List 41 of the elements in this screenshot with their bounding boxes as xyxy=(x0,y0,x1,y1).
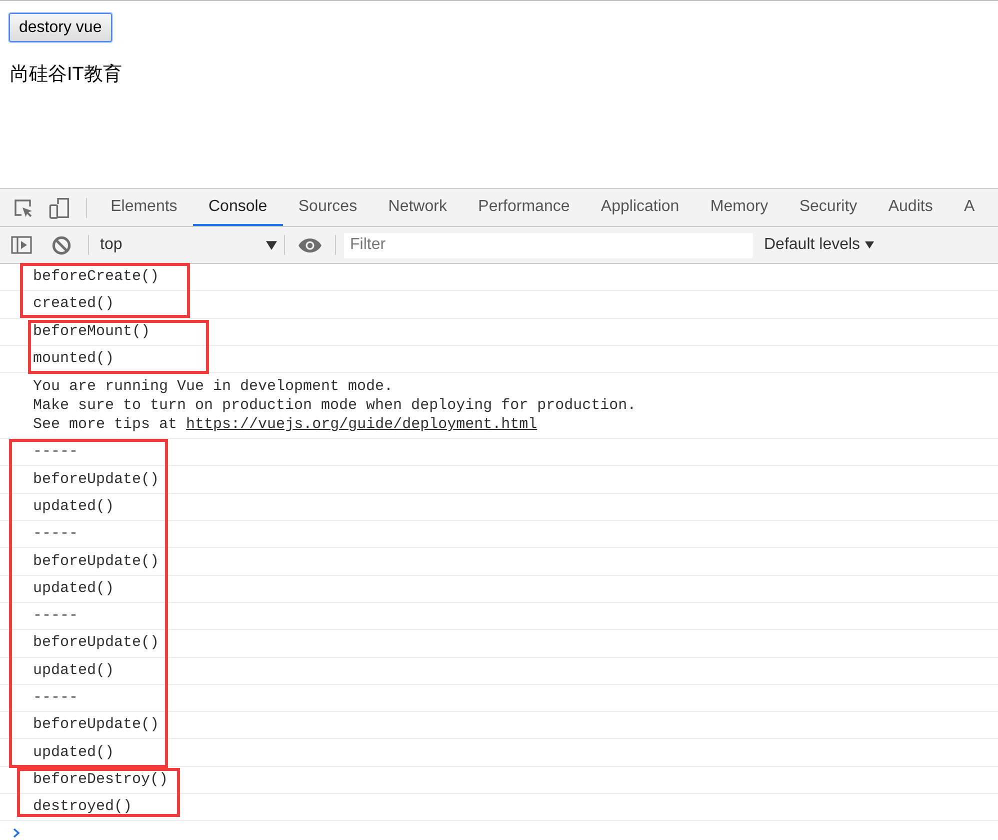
devtools-tab[interactable]: Performance xyxy=(462,189,586,226)
log-line: beforeUpdate() xyxy=(33,552,160,571)
console-message: You are running Vue in development mode. Make sure to turn on production mode when deploying for production. See more tips at https://vuejs.org/guide/deployment.html xyxy=(33,377,636,434)
caret-icon xyxy=(865,241,874,249)
devtools-tab[interactable]: Audits xyxy=(872,189,948,226)
devtools-tab[interactable]: Network xyxy=(372,189,463,226)
phone-tablet-icon[interactable] xyxy=(49,196,70,218)
log-line: beforeCreate() xyxy=(33,268,160,286)
devtools-tab[interactable]: Elements xyxy=(95,189,193,226)
log-line: mounted() xyxy=(33,350,114,368)
destroy-button[interactable]: destory vue xyxy=(9,13,112,42)
devtools-tab[interactable]: A xyxy=(948,189,975,226)
log-line: beforeMount() xyxy=(33,322,150,341)
log-line: created() xyxy=(33,295,114,314)
eye-icon[interactable] xyxy=(298,238,322,252)
prompt-chevron-icon xyxy=(13,828,20,838)
docs-link[interactable]: https://vuejs.org/guide/deployment.html xyxy=(186,416,538,434)
devtools-tab[interactable]: Application xyxy=(585,189,695,226)
log-line: ----- xyxy=(33,525,78,544)
log-line: beforeUpdate() xyxy=(33,634,160,652)
page-text: 尚硅谷IT教育 xyxy=(10,64,122,86)
log-line: ----- xyxy=(33,443,78,462)
log-line: updated() xyxy=(33,580,114,598)
log-line: ----- xyxy=(33,607,78,626)
context-selector[interactable]: top xyxy=(96,230,281,260)
caret-icon xyxy=(266,240,277,250)
devtools-tab[interactable]: Security xyxy=(784,189,873,226)
log-line: beforeUpdate() xyxy=(33,716,160,734)
log-line: updated() xyxy=(33,498,114,516)
clear-icon[interactable] xyxy=(52,236,71,254)
levels-dropdown[interactable]: Default levels xyxy=(764,236,874,254)
log-line: updated() xyxy=(33,662,114,680)
filter-field[interactable]: Filter xyxy=(344,232,753,258)
log-line: updated() xyxy=(33,744,114,762)
log-line: beforeUpdate() xyxy=(33,470,160,489)
devtools-tab[interactable]: Sources xyxy=(282,189,373,226)
log-line: ----- xyxy=(33,689,78,707)
log-line: destroyed() xyxy=(33,798,132,816)
cursor-box-icon[interactable] xyxy=(13,198,33,218)
log-line: beforeDestroy() xyxy=(33,770,168,789)
devtools-tab[interactable]: Memory xyxy=(694,189,784,226)
